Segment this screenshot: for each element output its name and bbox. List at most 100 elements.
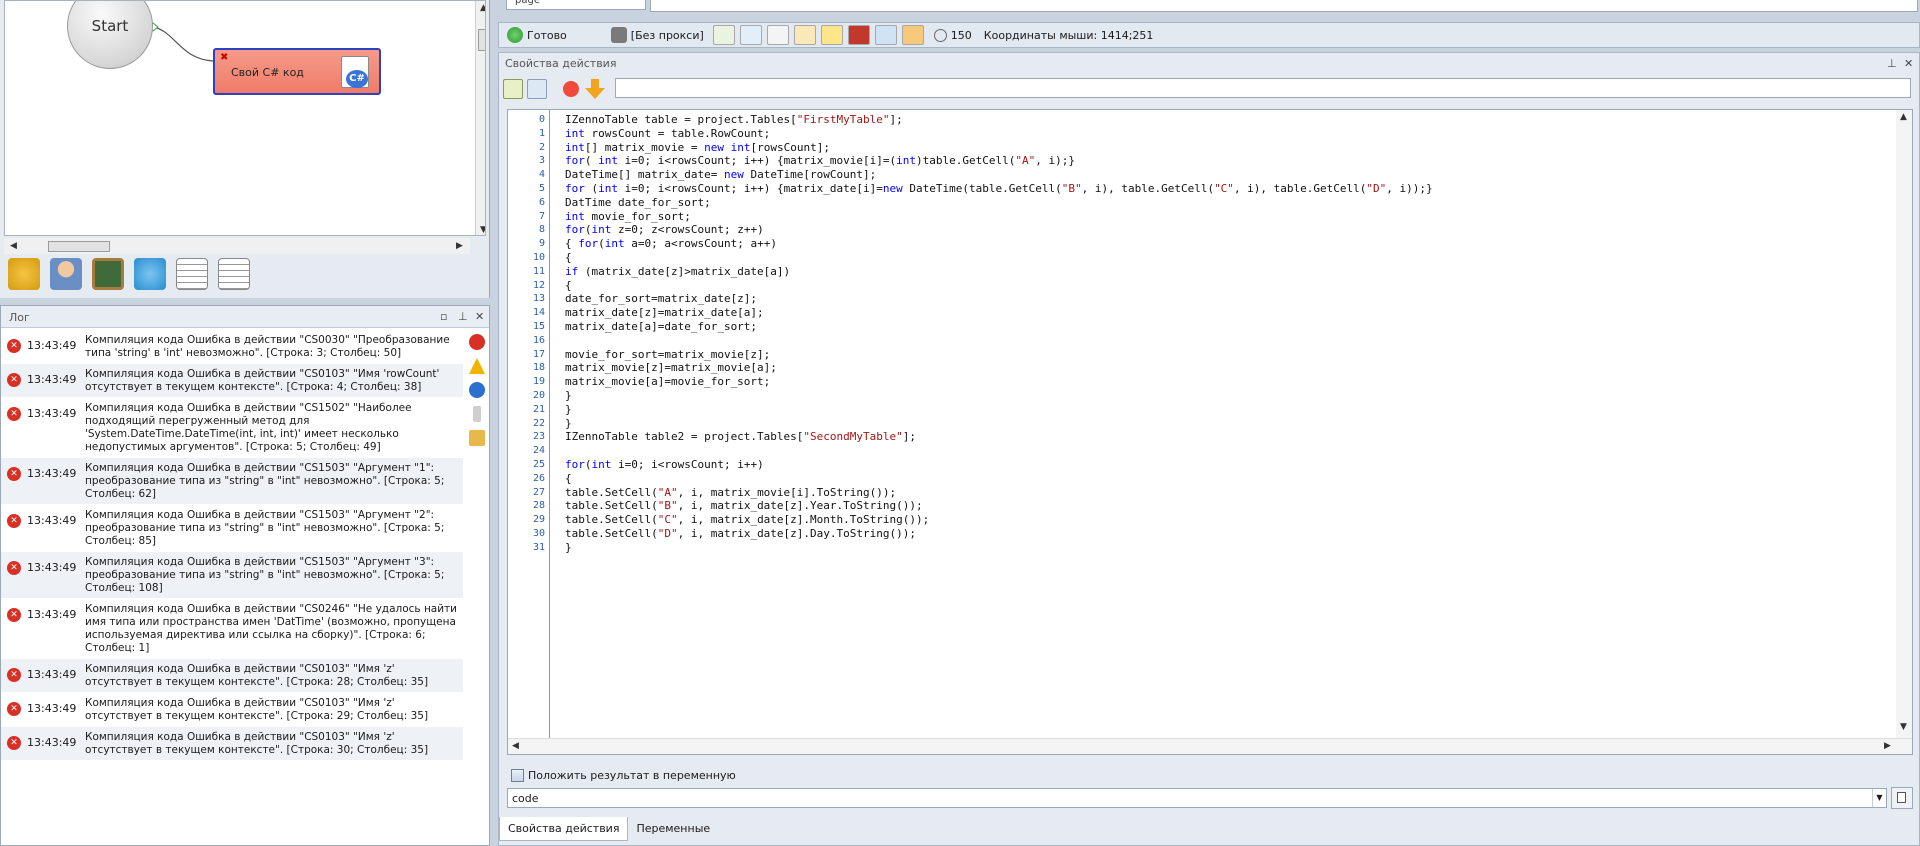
bot-icon[interactable]: [134, 258, 166, 290]
browser-tab[interactable]: page: [506, 0, 646, 10]
code-line[interactable]: date_for_sort=matrix_date[z];: [565, 292, 757, 305]
log-entry[interactable]: ✕ 13:43:49 Компиляция кода Ошибка в действ…: [1, 727, 463, 761]
lightning-icon[interactable]: [820, 25, 843, 45]
code-line[interactable]: table.SetCell("B", i, matrix_date[z].Yea…: [565, 499, 923, 512]
user-icon[interactable]: [50, 258, 82, 290]
flash-icon[interactable]: [847, 25, 870, 45]
table-icon[interactable]: [176, 258, 208, 290]
code-line[interactable]: DateTime[] matrix_date= new DateTime[row…: [565, 168, 876, 181]
copy-button[interactable]: [1891, 787, 1913, 809]
log-entry[interactable]: ✕ 13:43:49 Компиляция кода Ошибка в действ…: [1, 599, 463, 659]
info-filter-icon[interactable]: [469, 382, 485, 398]
save-result-option[interactable]: Положить результат в переменную: [511, 769, 736, 782]
errors-filter-icon[interactable]: [469, 334, 485, 350]
code-line[interactable]: int[] matrix_movie = new int[rowsCount];: [565, 141, 830, 154]
log-entry[interactable]: ✕ 13:43:49 Компиляция кода Ошибка в действ…: [1, 505, 463, 552]
image-icon[interactable]: [793, 25, 816, 45]
csharp-code-node[interactable]: ✖ Свой C# код: [213, 48, 381, 95]
code-line[interactable]: {: [565, 251, 572, 264]
chevron-down-icon[interactable]: ▼: [1872, 789, 1886, 807]
tab-action-properties[interactable]: Свойства действия: [499, 817, 629, 841]
edit-list-icon[interactable]: [527, 79, 547, 99]
scroll-left-icon[interactable]: ◀: [512, 741, 519, 751]
error-marker-icon: ✖: [220, 52, 229, 63]
code-line[interactable]: movie_for_sort=matrix_movie[z];: [565, 348, 770, 361]
code-line[interactable]: IZennoTable table = project.Tables["Firs…: [565, 113, 903, 126]
record-icon[interactable]: [561, 79, 581, 99]
tab-variables[interactable]: Переменные: [628, 817, 719, 841]
scroll-up-icon[interactable]: ▲: [1900, 112, 1907, 122]
save-result-checkbox[interactable]: [511, 769, 524, 782]
scroll-right-icon[interactable]: ▶: [456, 241, 463, 251]
action-name-input[interactable]: [615, 78, 1911, 98]
line-number: 18: [532, 362, 545, 374]
canvas-vertical-scrollbar[interactable]: ▲ ▼: [475, 1, 485, 235]
scroll-left-icon[interactable]: ◀: [10, 241, 17, 251]
proxy-icon: [610, 27, 627, 43]
code-line[interactable]: for(int i=0; i<rowsCount; i++): [565, 458, 764, 471]
code-line[interactable]: }: [565, 541, 572, 554]
status-tools: [708, 25, 924, 45]
code-line[interactable]: table.SetCell("D", i, matrix_date[z].Day…: [565, 527, 916, 540]
project-canvas[interactable]: Start ✖ Свой C# код ▲ ▼: [4, 0, 486, 236]
log-entry[interactable]: ✕ 13:43:49 Компиляция кода Ошибка в действ…: [1, 458, 463, 505]
scroll-down-icon[interactable]: ▼: [1900, 722, 1907, 732]
code-line[interactable]: if (matrix_date[z]>matrix_date[a]): [565, 265, 790, 278]
code-line[interactable]: {: [565, 279, 572, 292]
page-view-icon[interactable]: [712, 25, 735, 45]
code-line[interactable]: }: [565, 389, 572, 402]
key-icon[interactable]: [901, 25, 924, 45]
editor-horizontal-scrollbar[interactable]: ◀ ▶: [508, 738, 1912, 754]
code-line[interactable]: { for(int a=0; a<rowsCount; a++): [565, 237, 777, 250]
code-editor[interactable]: 0 1 2 3 4 5 6 7 8 9 10 11 12 13 14 15 16 17 18 19 20 21 22 23 24…: [507, 109, 1913, 755]
code-line[interactable]: int movie_for_sort;: [565, 210, 691, 223]
log-entry[interactable]: ✕ 13:43:49 Компиляция кода Ошибка в действ…: [1, 659, 463, 693]
code-line[interactable]: matrix_movie[a]=movie_for_sort;: [565, 375, 770, 388]
clear-log-icon[interactable]: [469, 430, 485, 446]
code-line[interactable]: table.SetCell("A", i, matrix_movie[i].To…: [565, 486, 896, 499]
settings-gears-icon[interactable]: [8, 258, 40, 290]
code-line[interactable]: matrix_date[z]=matrix_date[a];: [565, 306, 764, 319]
restore-icon[interactable]: ▫: [440, 310, 447, 323]
code-line[interactable]: matrix_movie[z]=matrix_movie[a];: [565, 361, 777, 374]
variable-select[interactable]: code ▼: [507, 788, 1887, 808]
code-line[interactable]: int rowsCount = table.RowCount;: [565, 127, 770, 140]
scroll-down-icon[interactable]: ▼: [480, 225, 485, 235]
window-icon[interactable]: [739, 25, 762, 45]
log-entry[interactable]: ✕ 13:43:49 Компиляция кода Ошибка в действ…: [1, 693, 463, 727]
scroll-thumb[interactable]: [478, 29, 485, 51]
scroll-thumb[interactable]: [48, 241, 110, 252]
code-line[interactable]: {: [565, 472, 572, 485]
table-icon[interactable]: [218, 258, 250, 290]
chalkboard-icon[interactable]: [92, 258, 124, 290]
pin-icon[interactable]: ⊥: [1887, 57, 1897, 70]
close-icon[interactable]: ✕: [475, 310, 484, 323]
scroll-up-icon[interactable]: ▲: [480, 3, 485, 13]
code-line[interactable]: IZennoTable table2 = project.Tables["Sec…: [565, 430, 916, 443]
code-line[interactable]: for(int z=0; z<rowsCount; z++): [565, 223, 764, 236]
download-arrow-icon[interactable]: [585, 79, 605, 99]
address-bar[interactable]: [650, 0, 1918, 12]
code-line[interactable]: for( int i=0; i<rowsCount; i++) {matrix_…: [565, 154, 1075, 167]
code-line[interactable]: table.SetCell("C", i, matrix_date[z].Mon…: [565, 513, 929, 526]
warnings-filter-icon[interactable]: [469, 358, 485, 374]
code-line[interactable]: }: [565, 403, 572, 416]
editor-vertical-scrollbar[interactable]: ▲ ▼: [1896, 110, 1912, 738]
select-region-icon[interactable]: [766, 25, 789, 45]
code-line[interactable]: DatTime date_for_sort;: [565, 196, 711, 209]
code-line[interactable]: for (int i=0; i<rowsCount; i++) {matrix_…: [565, 182, 1433, 195]
log-entry[interactable]: ✕ 13:43:49 Компиляция кода Ошибка в действ…: [1, 552, 463, 599]
pin-icon[interactable]: ⊥: [458, 310, 468, 323]
grid-view-icon[interactable]: [503, 79, 523, 99]
log-entry[interactable]: ✕ 13:43:49 Компиляция кода Ошибка в действ…: [1, 330, 463, 364]
canvas-horizontal-scrollbar[interactable]: ◀ ▶: [4, 238, 470, 254]
scroll-right-icon[interactable]: ▶: [1884, 741, 1891, 751]
log-entry[interactable]: ✕ 13:43:49 Компиляция кода Ошибка в действ…: [1, 398, 463, 458]
code-line[interactable]: }: [565, 417, 572, 430]
network-icon[interactable]: [874, 25, 897, 45]
log-entry[interactable]: ✕ 13:43:49 Компиляция кода Ошибка в действ…: [1, 364, 463, 398]
close-icon[interactable]: ✕: [1904, 57, 1913, 70]
code-line[interactable]: matrix_date[a]=date_for_sort;: [565, 320, 757, 333]
scroll-lock-icon[interactable]: [473, 406, 481, 422]
proxy-status[interactable]: [Без прокси]: [610, 27, 704, 43]
